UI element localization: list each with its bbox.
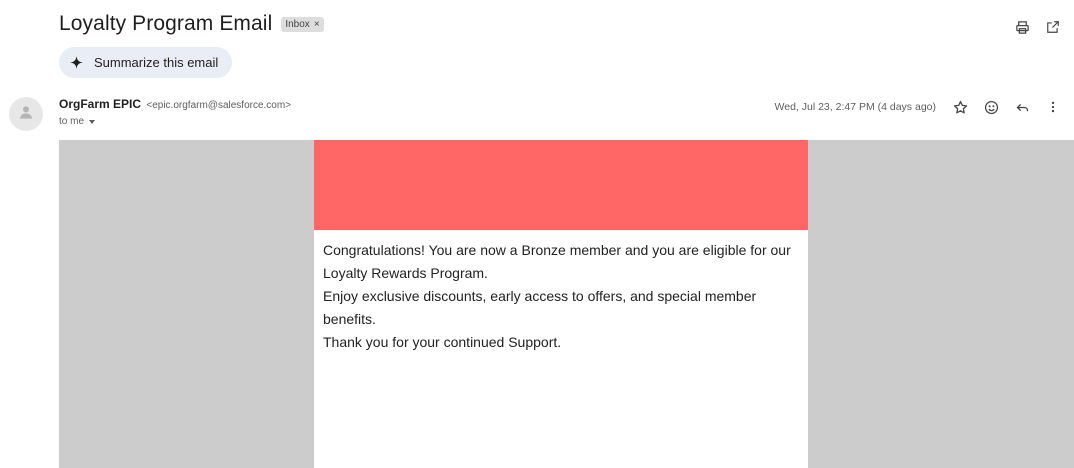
person-icon — [18, 104, 34, 125]
email-subject: Loyalty Program Email — [59, 12, 273, 35]
message-meta: Wed, Jul 23, 2:47 PM (4 days ago) — [775, 97, 1074, 117]
avatar[interactable] — [9, 97, 43, 131]
remove-label-icon[interactable]: × — [314, 19, 320, 30]
email-content-card: Congratulations! You are now a Bronze me… — [314, 140, 808, 468]
chevron-down-icon — [89, 119, 96, 124]
sender-address: <epic.orgfarm@salesforce.com> — [146, 100, 292, 111]
star-icon[interactable] — [950, 97, 970, 117]
message-date: Wed, Jul 23, 2:47 PM (4 days ago) — [774, 101, 936, 113]
open-in-new-window-icon[interactable] — [1043, 17, 1063, 37]
email-body-frame: Congratulations! You are now a Bronze me… — [59, 140, 1074, 468]
summarize-button[interactable]: Summarize this email — [59, 47, 233, 78]
message-body: Congratulations! You are now a Bronze me… — [314, 230, 808, 354]
printer-icon[interactable] — [1012, 17, 1032, 37]
reply-icon[interactable] — [1012, 97, 1032, 117]
summarize-label: Summarize this email — [94, 55, 219, 70]
emoji-icon[interactable] — [981, 97, 1001, 117]
message-line: Thank you for your continued Support. — [323, 334, 562, 350]
hero-banner — [314, 140, 808, 230]
message-line: Congratulations! You are now a Bronze me… — [323, 242, 791, 281]
subject-row: Loyalty Program Email Inbox × — [59, 12, 324, 36]
sender-line: OrgFarm EPIC <epic.orgfarm@salesforce.co… — [59, 97, 291, 111]
message-line: Enjoy exclusive discounts, early access … — [323, 288, 757, 327]
recipient-text: to me — [59, 116, 85, 127]
recipient-toggle[interactable]: to me — [59, 116, 96, 127]
label-text: Inbox — [285, 18, 310, 30]
sparkle-icon — [70, 56, 83, 69]
more-vertical-icon[interactable] — [1043, 97, 1063, 117]
inbox-label-chip[interactable]: Inbox × — [281, 16, 324, 32]
top-toolbar — [1012, 17, 1074, 37]
sender-name[interactable]: OrgFarm EPIC — [59, 97, 141, 111]
